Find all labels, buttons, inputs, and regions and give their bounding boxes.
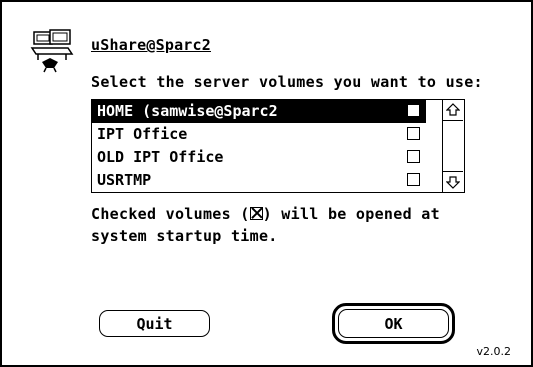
volume-rows: HOME (samwise@Sparc2 IPT Office OLD IPT … [92,100,426,192]
volume-checkbox[interactable] [407,173,420,186]
network-server-icon [28,28,74,74]
scroll-down-arrow-icon[interactable] [443,171,463,192]
server-name: uShare@Sparc2 [91,36,211,54]
volume-row-old-ipt-office[interactable]: OLD IPT Office [92,146,426,169]
volume-label: IPT Office [97,125,188,143]
volume-checkbox[interactable] [407,127,420,140]
scroll-up-arrow-icon[interactable] [443,100,463,121]
volume-checkbox[interactable] [407,104,420,117]
ok-button[interactable]: OK [338,309,449,338]
volume-checkbox[interactable] [407,150,420,163]
startup-note-part1: Checked volumes ( [91,205,250,223]
startup-note: Checked volumes ( ) will be opened at sys… [91,203,501,247]
volume-selection-dialog: uShare@Sparc2 Select the server volumes … [0,0,533,367]
volume-row-usrtmp[interactable]: USRTMP [92,169,426,192]
volume-row-ipt-office[interactable]: IPT Office [92,123,426,146]
startup-note-line2: system startup time. [91,227,278,245]
version-label: v2.0.2 [476,345,512,358]
volume-row-home[interactable]: HOME (samwise@Sparc2 [92,100,426,123]
volume-label: HOME (samwise@Sparc2 [97,102,278,120]
checked-box-icon [249,207,263,220]
volume-list-scrollbar[interactable] [442,100,464,192]
quit-button[interactable]: Quit [99,310,210,337]
volume-list[interactable]: HOME (samwise@Sparc2 IPT Office OLD IPT … [91,99,465,193]
volume-label: OLD IPT Office [97,148,224,166]
volume-label: USRTMP [97,171,152,189]
startup-note-part2: ) will be opened at [262,205,440,223]
select-volumes-prompt: Select the server volumes you want to us… [91,73,483,91]
